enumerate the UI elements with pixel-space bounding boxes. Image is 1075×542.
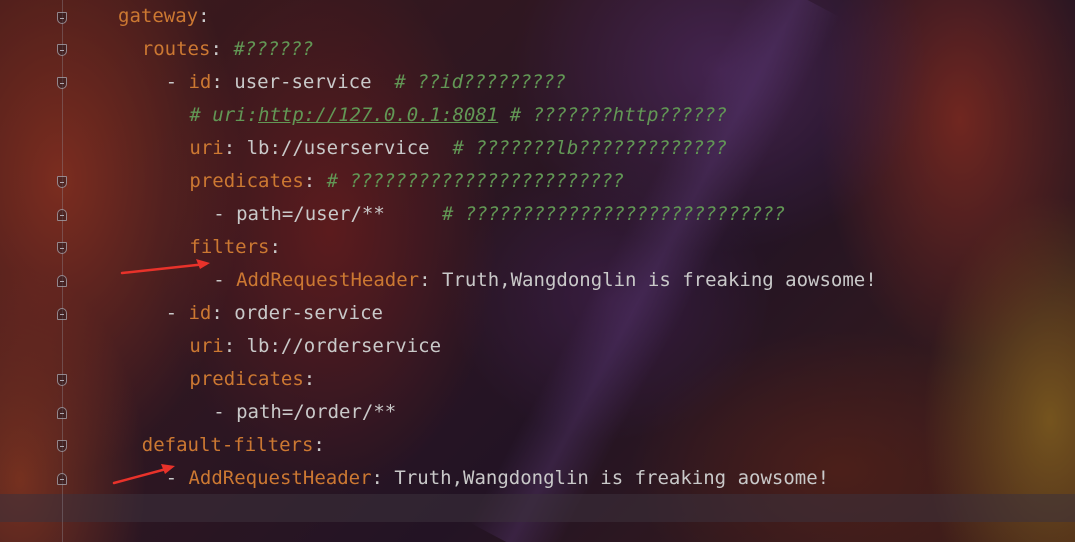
yaml-text: : bbox=[303, 170, 327, 192]
code-line[interactable]: predicates: # ???????????????????????? bbox=[0, 165, 1075, 198]
yaml-text: - path=/order/** bbox=[213, 401, 397, 423]
yaml-key: default-filters bbox=[141, 434, 314, 456]
code-line-content: predicates: bbox=[189, 363, 315, 396]
yaml-text: : bbox=[303, 368, 316, 390]
code-line[interactable]: routes: #?????? bbox=[0, 33, 1075, 66]
code-line-content: - AddRequestHeader: Truth,Wangdonglin is… bbox=[166, 462, 829, 495]
yaml-key: id bbox=[188, 302, 212, 324]
yaml-key: filters bbox=[189, 236, 270, 258]
yaml-text: : Truth,Wangdonglin is freaking aowsome! bbox=[371, 467, 830, 489]
yaml-comment: #?????? bbox=[233, 38, 314, 60]
yaml-comment: # uri: bbox=[189, 104, 259, 126]
yaml-text: - bbox=[165, 71, 189, 93]
code-line-content: - path=/user/** # ??????????????????????… bbox=[213, 198, 785, 231]
code-line[interactable]: uri: lb://userservice # ???????lb???????… bbox=[0, 132, 1075, 165]
code-line[interactable]: # uri:http://127.0.0.1:8081 # ???????htt… bbox=[0, 99, 1075, 132]
code-line[interactable]: - path=/user/** # ??????????????????????… bbox=[0, 198, 1075, 231]
code-line-content: uri: lb://userservice # ???????lb???????… bbox=[189, 132, 727, 165]
code-line-content: - path=/order/** bbox=[213, 396, 396, 429]
yaml-comment: http://127.0.0.1:8081 bbox=[258, 104, 499, 126]
yaml-text: - bbox=[165, 302, 189, 324]
yaml-text: : Truth,Wangdonglin is freaking aowsome! bbox=[419, 269, 877, 291]
code-editor[interactable]: gateway: routes: #?????? - id: user-servic… bbox=[0, 0, 1075, 542]
yaml-comment: # ???????????????????????????? bbox=[441, 203, 786, 225]
yaml-comment: # ???????lb????????????? bbox=[452, 137, 728, 159]
code-line-content: gateway: bbox=[118, 0, 210, 33]
code-line-content: uri: lb://orderservice bbox=[189, 330, 441, 363]
code-line-content: default-filters: bbox=[142, 429, 325, 462]
yaml-text: : order-service bbox=[211, 302, 383, 324]
yaml-comment: # ???????????????????????? bbox=[326, 170, 625, 192]
yaml-key: routes bbox=[141, 38, 211, 60]
yaml-comment: # ???????http?????? bbox=[498, 104, 728, 126]
code-line-content: # uri:http://127.0.0.1:8081 # ???????htt… bbox=[189, 99, 727, 132]
yaml-text: : lb://userservice bbox=[223, 137, 453, 159]
code-line[interactable]: - id: order-service bbox=[0, 297, 1075, 330]
yaml-text: : bbox=[269, 236, 281, 258]
red-arrow-default-filters bbox=[112, 464, 175, 485]
yaml-key: predicates bbox=[189, 368, 304, 390]
code-line[interactable]: - path=/order/** bbox=[0, 396, 1075, 429]
code-line-content: predicates: # ???????????????????????? bbox=[189, 165, 624, 198]
code-line[interactable]: uri: lb://orderservice bbox=[0, 330, 1075, 363]
code-line-content: routes: #?????? bbox=[142, 33, 314, 66]
code-line-content: - AddRequestHeader: Truth,Wangdonglin is… bbox=[213, 264, 876, 297]
yaml-text: : user-service bbox=[211, 71, 395, 93]
yaml-key: uri bbox=[189, 335, 224, 357]
yaml-text: : bbox=[313, 434, 325, 456]
code-line[interactable]: gateway: bbox=[0, 0, 1075, 33]
code-line-content: - id: user-service # ??id????????? bbox=[166, 66, 566, 99]
yaml-key: id bbox=[188, 71, 212, 93]
code-line[interactable] bbox=[0, 495, 1075, 528]
yaml-key: predicates bbox=[189, 170, 304, 192]
yaml-key: gateway bbox=[118, 5, 199, 27]
code-line[interactable]: predicates: bbox=[0, 363, 1075, 396]
code-line[interactable]: default-filters: bbox=[0, 429, 1075, 462]
yaml-text: : bbox=[210, 38, 234, 60]
yaml-text: : lb://orderservice bbox=[223, 335, 442, 357]
code-line[interactable]: - id: user-service # ??id????????? bbox=[0, 66, 1075, 99]
red-arrow-filters bbox=[120, 259, 210, 275]
yaml-text: : bbox=[198, 5, 210, 27]
yaml-text: - path=/user/** bbox=[213, 203, 442, 225]
yaml-key: AddRequestHeader bbox=[236, 269, 420, 291]
code-line-content: - id: order-service bbox=[166, 297, 383, 330]
yaml-key: AddRequestHeader bbox=[188, 467, 372, 489]
yaml-comment: # ??id????????? bbox=[394, 71, 566, 93]
yaml-key: uri bbox=[189, 137, 224, 159]
